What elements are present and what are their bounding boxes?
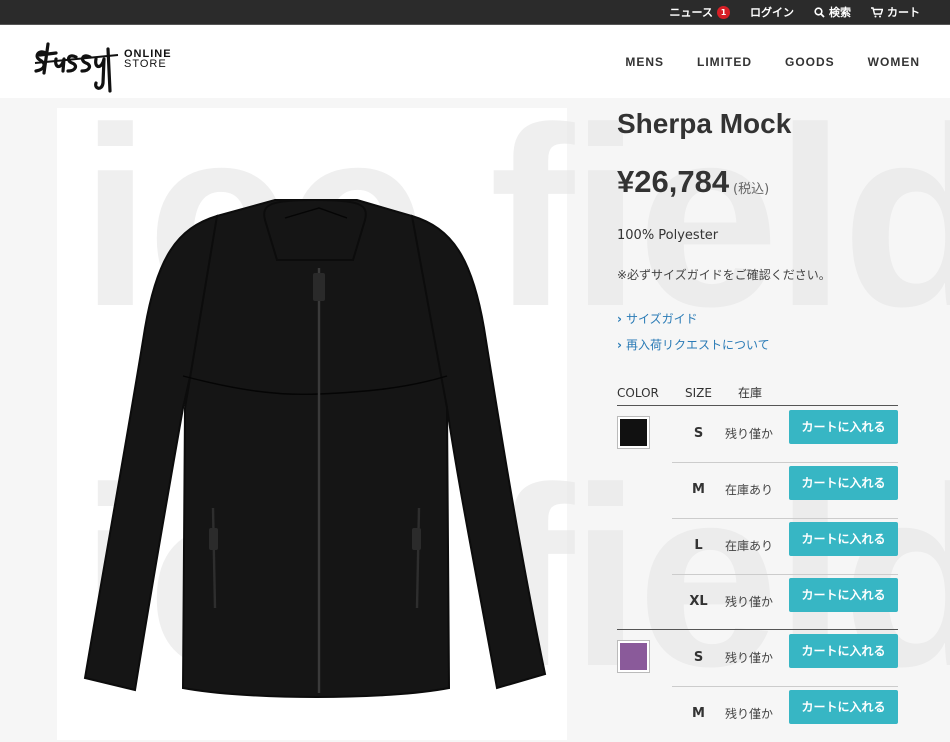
product-price: ¥26,784 <box>617 164 730 199</box>
nav-item-limited[interactable]: LIMITED <box>697 55 752 69</box>
product-material: 100% Polyester <box>617 228 719 243</box>
add-to-cart-button[interactable]: カートに入れる <box>789 578 898 612</box>
size-label: S <box>693 650 704 665</box>
product-title: Sherpa Mock <box>617 108 792 139</box>
add-to-cart-button[interactable]: カートに入れる <box>789 634 898 668</box>
stock-status: 在庫あり <box>725 483 774 497</box>
color-column-header: COLOR <box>617 386 659 400</box>
cart-link[interactable]: カート <box>871 4 920 20</box>
color-swatch-purple[interactable] <box>617 640 650 673</box>
size-label: S <box>693 426 704 441</box>
utility-links: ニュース 1 ログイン 検索 カート <box>670 0 920 24</box>
stock-row: L 在庫あり カートに入れる <box>672 518 898 575</box>
login-label: ログイン <box>750 6 794 19</box>
stock-table-header: COLOR SIZE 在庫 <box>617 386 898 406</box>
nav-item-goods[interactable]: GOODS <box>785 55 835 69</box>
restock-label: 再入荷リクエストについて <box>625 338 770 352</box>
stock-status: 残り僅か <box>725 427 774 441</box>
cart-icon <box>871 6 883 17</box>
restock-request-link[interactable]: › 再入荷リクエストについて <box>617 336 770 353</box>
search-icon <box>814 6 825 18</box>
chevron-right-icon: › <box>617 312 622 326</box>
cart-label: カート <box>887 6 920 19</box>
add-to-cart-button[interactable]: カートに入れる <box>789 466 898 500</box>
stock-status: 残り僅か <box>725 651 774 665</box>
product-image: ice field ice field <box>57 108 567 740</box>
nav-item-mens[interactable]: MENS <box>625 55 664 69</box>
news-label: ニュース <box>669 6 713 19</box>
stock-row: S 残り僅か カートに入れる <box>672 630 898 687</box>
news-count-badge: 1 <box>717 5 730 19</box>
tax-note: (税込) <box>733 182 770 197</box>
stock-row: XL 残り僅か カートに入れる <box>672 574 898 630</box>
search-link[interactable]: 検索 <box>814 4 851 20</box>
nav-item-women[interactable]: WOMEN <box>868 55 920 69</box>
stock-row: S 残り僅か カートに入れる <box>672 406 898 463</box>
stock-row: M 残り僅か カートに入れる <box>672 686 898 742</box>
search-label: 検索 <box>829 6 851 19</box>
add-to-cart-button[interactable]: カートに入れる <box>789 522 898 556</box>
logo-line-store: STORE <box>124 58 167 70</box>
size-label: M <box>692 706 705 721</box>
news-link[interactable]: ニュース 1 <box>670 4 730 20</box>
stock-status: 残り僅か <box>725 595 774 609</box>
add-to-cart-button[interactable]: カートに入れる <box>789 690 898 724</box>
color-swatch-black[interactable] <box>617 416 650 449</box>
add-to-cart-button[interactable]: カートに入れる <box>789 410 898 444</box>
size-column-header: SIZE <box>685 386 712 400</box>
size-guide-note: ※必ずサイズガイドをご確認ください。 <box>617 268 831 282</box>
login-link[interactable]: ログイン <box>750 4 794 20</box>
size-guide-link[interactable]: › サイズガイド <box>617 310 698 327</box>
size-label: L <box>694 538 703 553</box>
size-label: M <box>692 482 705 497</box>
top-utility-bar: ニュース 1 ログイン 検索 カート <box>0 0 950 25</box>
chevron-right-icon: › <box>617 338 622 352</box>
logo-text: ONLINE STORE <box>124 49 172 70</box>
size-guide-label: サイズガイド <box>625 312 698 326</box>
stock-row: M 在庫あり カートに入れる <box>672 462 898 519</box>
size-label: XL <box>689 594 708 609</box>
stock-column-header: 在庫 <box>738 386 763 400</box>
fleece-jacket-image <box>83 198 547 698</box>
stock-status: 残り僅か <box>725 707 774 721</box>
stock-status: 在庫あり <box>725 539 774 553</box>
